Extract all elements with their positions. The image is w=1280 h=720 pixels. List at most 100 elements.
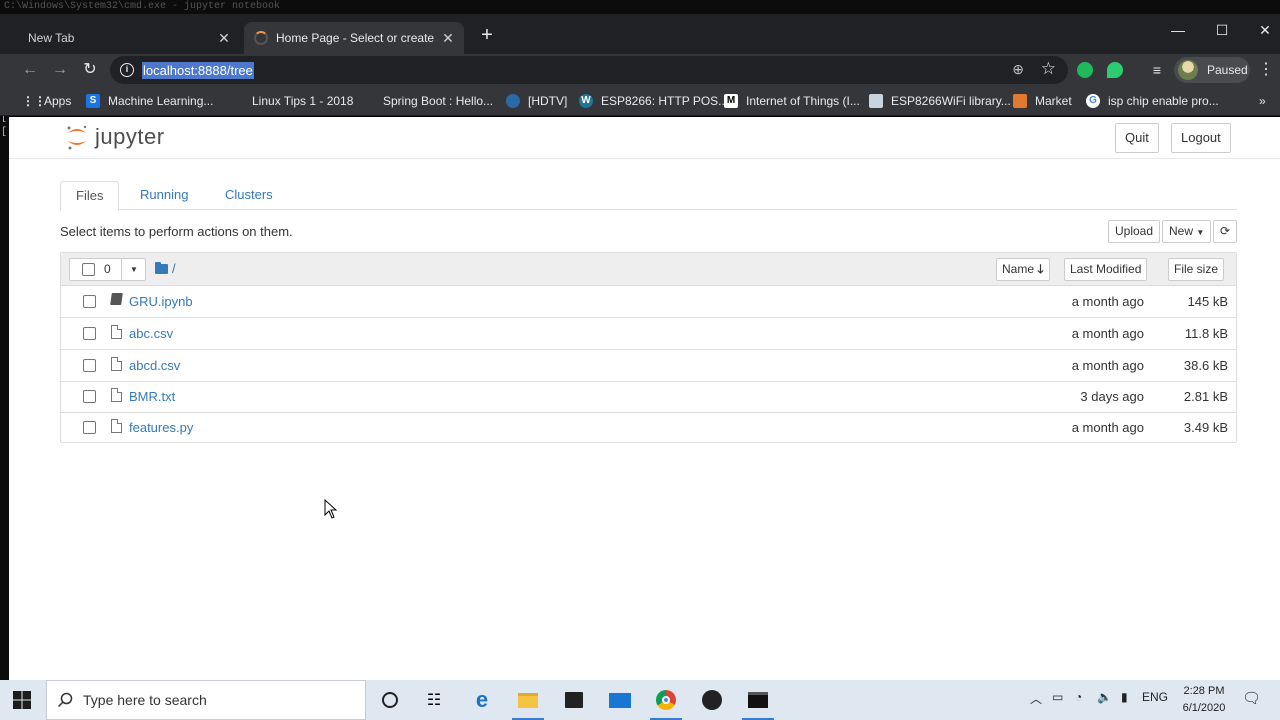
browser-tab-jupyter[interactable]: Home Page - Select or create a n ✕ bbox=[244, 22, 464, 54]
bookmark-hdtv[interactable]: [HDTV] bbox=[506, 93, 567, 109]
notification-center-icon[interactable]: 🗨 bbox=[1242, 689, 1261, 707]
volume-icon[interactable]: 🔈 bbox=[1097, 690, 1112, 704]
logout-button[interactable]: Logout bbox=[1171, 123, 1231, 153]
tray-expand-icon[interactable]: ︿ bbox=[1030, 690, 1042, 707]
extension-icon[interactable] bbox=[1107, 62, 1123, 78]
bookmark-esp8266-http[interactable]: W ESP8266: HTTP POS... bbox=[579, 93, 728, 109]
close-icon[interactable]: ✕ bbox=[214, 30, 234, 47]
tab-running[interactable]: Running bbox=[125, 181, 203, 211]
tab-title: Home Page - Select or create a n bbox=[276, 31, 438, 45]
row-checkbox[interactable] bbox=[83, 295, 96, 308]
file-row[interactable]: GRU.ipynb a month ago 145 kB bbox=[61, 286, 1236, 318]
reload-button[interactable]: ↻ bbox=[78, 58, 102, 82]
info-icon[interactable]: i bbox=[120, 63, 134, 77]
bookmark-label: Market bbox=[1035, 94, 1072, 108]
breadcrumb-path: / bbox=[172, 261, 176, 276]
file-row[interactable]: BMR.txt 3 days ago 2.81 kB bbox=[61, 381, 1236, 413]
refresh-button[interactable]: ⟳ bbox=[1213, 220, 1237, 243]
file-name-link[interactable]: abcd.csv bbox=[129, 358, 180, 373]
profile-status: Paused bbox=[1207, 63, 1248, 77]
microphone-icon[interactable]: ▮ bbox=[1121, 690, 1128, 704]
folder-icon bbox=[155, 261, 168, 274]
bookmark-label: [HDTV] bbox=[528, 94, 568, 108]
jupyter-logo[interactable]: jupyter bbox=[65, 123, 165, 151]
globe-icon bbox=[506, 94, 520, 108]
upload-button[interactable]: Upload bbox=[1108, 220, 1161, 243]
language-indicator[interactable]: ENG bbox=[1142, 690, 1168, 704]
zoom-icon[interactable]: ⊕ bbox=[1012, 61, 1024, 78]
profile-button[interactable]: Paused bbox=[1174, 57, 1250, 83]
back-button[interactable]: ← bbox=[18, 58, 42, 82]
grammarly-extension-icon[interactable] bbox=[1077, 62, 1093, 78]
file-row[interactable]: abcd.csv a month ago 38.6 kB bbox=[61, 350, 1236, 382]
windows-start-icon[interactable] bbox=[12, 690, 32, 710]
command-prompt-icon[interactable] bbox=[738, 684, 778, 720]
search-placeholder: Type here to search bbox=[83, 692, 207, 708]
url-text[interactable]: localhost:8888/tree bbox=[142, 62, 254, 79]
search-icon bbox=[57, 692, 73, 708]
bookmark-apps[interactable]: ⋮⋮ Apps bbox=[22, 93, 71, 109]
file-name-link[interactable]: features.py bbox=[129, 420, 193, 435]
reading-list-icon[interactable]: ≡ bbox=[1145, 58, 1169, 82]
sort-by-size-button[interactable]: File size bbox=[1168, 258, 1225, 281]
chrome-icon[interactable] bbox=[646, 684, 686, 720]
row-checkbox[interactable] bbox=[83, 421, 96, 434]
taskbar-clock[interactable]: 2:28 PM 6/1/2020 bbox=[1174, 683, 1234, 717]
maximize-button[interactable]: ☐ bbox=[1200, 18, 1244, 42]
taskbar-search-box[interactable]: Type here to search bbox=[46, 680, 366, 720]
file-modified: 3 days ago bbox=[1080, 389, 1144, 404]
file-name-link[interactable]: abc.csv bbox=[129, 326, 173, 341]
select-dropdown-caret-icon[interactable]: ▼ bbox=[121, 259, 146, 280]
select-all-checkbox[interactable] bbox=[82, 263, 95, 276]
cortana-icon[interactable] bbox=[370, 684, 410, 716]
new-dropdown-button[interactable]: New ▼ bbox=[1162, 220, 1212, 243]
tab-files[interactable]: Files bbox=[60, 181, 120, 211]
select-all-group[interactable]: 0 ▼ bbox=[69, 258, 146, 281]
bookmark-isp-chip[interactable]: G isp chip enable pro... bbox=[1086, 93, 1219, 109]
row-checkbox[interactable] bbox=[83, 359, 96, 372]
desktop-screen: C:\Windows\System32\cmd.exe - jupyter no… bbox=[0, 0, 1280, 720]
bookmark-market[interactable]: Market bbox=[1013, 93, 1072, 109]
file-size: 3.49 kB bbox=[1183, 420, 1228, 435]
clock-date: 6/1/2020 bbox=[1182, 702, 1226, 714]
file-name-link[interactable]: BMR.txt bbox=[129, 389, 175, 404]
file-explorer-icon[interactable] bbox=[508, 684, 548, 720]
row-checkbox[interactable] bbox=[83, 390, 96, 403]
close-icon[interactable]: ✕ bbox=[438, 30, 458, 47]
file-list: 0 ▼ / Name 🡓 Last Modified File size GRU… bbox=[60, 252, 1237, 443]
bookmark-spring-boot[interactable]: Spring Boot : Hello... bbox=[361, 93, 493, 109]
bookmark-linux-tips[interactable]: Linux Tips 1 - 2018 bbox=[230, 93, 353, 109]
bookmark-internet-of-things[interactable]: M Internet of Things (I... bbox=[724, 93, 860, 109]
obs-icon[interactable] bbox=[692, 684, 732, 716]
bookmark-star-icon[interactable]: ☆ bbox=[1041, 59, 1056, 79]
store-icon[interactable] bbox=[554, 684, 594, 716]
bookmark-machine-learning[interactable]: S Machine Learning... bbox=[86, 93, 213, 109]
address-bar[interactable]: i localhost:8888/tree ⊕ ☆ bbox=[110, 56, 1068, 84]
more-menu-icon[interactable]: ⋮ bbox=[1258, 58, 1274, 82]
row-checkbox[interactable] bbox=[83, 327, 96, 340]
mail-icon[interactable] bbox=[600, 684, 640, 716]
bookmarks-overflow-icon[interactable]: » bbox=[1259, 93, 1266, 109]
browser-tab-new-tab[interactable]: New Tab ✕ bbox=[16, 22, 240, 54]
breadcrumb[interactable]: / bbox=[155, 261, 176, 276]
file-row[interactable]: features.py a month ago 3.49 kB bbox=[61, 412, 1236, 444]
file-name-link[interactable]: GRU.ipynb bbox=[129, 294, 193, 309]
close-window-button[interactable]: ✕ bbox=[1243, 18, 1280, 42]
file-row[interactable]: abc.csv a month ago 11.8 kB bbox=[61, 318, 1236, 350]
sort-by-name-button[interactable]: Name 🡓 bbox=[996, 258, 1050, 281]
arrow-down-icon: 🡓 bbox=[1037, 262, 1044, 276]
forward-button[interactable]: → bbox=[48, 58, 72, 82]
edge-icon[interactable]: e bbox=[462, 684, 502, 716]
quit-button[interactable]: Quit bbox=[1115, 123, 1159, 153]
battery-icon[interactable]: ▭ bbox=[1052, 690, 1063, 704]
minimize-button[interactable]: — bbox=[1156, 18, 1200, 42]
bookmark-esp8266wifi[interactable]: ESP8266WiFi library... bbox=[869, 93, 1011, 109]
tab-clusters[interactable]: Clusters bbox=[210, 181, 288, 211]
file-size: 11.8 kB bbox=[1184, 326, 1228, 341]
wifi-icon[interactable]: ◔ bbox=[1075, 690, 1082, 704]
task-view-icon[interactable]: ☷ bbox=[414, 684, 454, 716]
browser-toolbar: ← → ↻ i localhost:8888/tree ⊕ ☆ ≡ Paused… bbox=[0, 54, 1280, 86]
new-tab-button[interactable]: + bbox=[476, 24, 498, 48]
sort-by-modified-button[interactable]: Last Modified bbox=[1064, 258, 1148, 281]
jupyter-page: jupyter Quit Logout Files Running Cluste… bbox=[9, 117, 1280, 680]
